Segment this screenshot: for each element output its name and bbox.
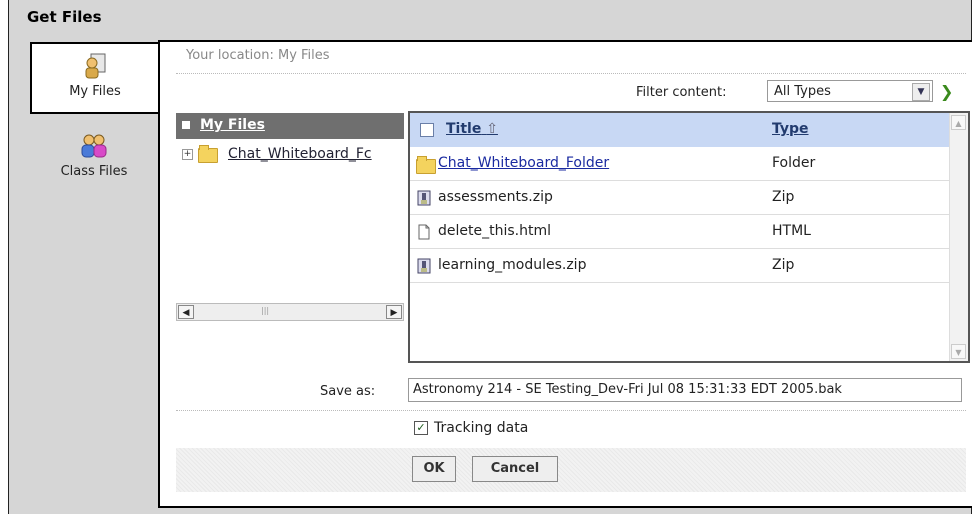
my-files-icon [85, 53, 106, 79]
class-files-icon [81, 134, 107, 158]
save-as-label: Save as: [320, 384, 376, 399]
list-header: Title ⇧ Type [410, 113, 950, 147]
column-type[interactable]: Type [772, 121, 809, 137]
button-bar: OK Cancel [176, 448, 966, 492]
zip-icon [417, 190, 431, 206]
folder-icon [198, 145, 218, 163]
divider [176, 73, 966, 74]
row-name: learning_modules.zip [438, 257, 587, 273]
table-row[interactable]: assessments.zip Zip [410, 181, 950, 215]
folder-icon [416, 156, 436, 174]
sort-up-icon: ⇧ [486, 121, 498, 137]
filter-label: Filter content: [636, 85, 727, 100]
row-type: HTML [772, 223, 811, 239]
cancel-button[interactable]: Cancel [472, 456, 558, 482]
table-row[interactable]: Chat_Whiteboard_Folder Folder [410, 147, 950, 181]
expand-icon[interactable]: + [182, 149, 193, 160]
folder-tree: My Files + Chat_Whiteboard_Fc [176, 113, 404, 331]
file-list: Title ⇧ Type Chat_Whiteboard_Folder Fold… [408, 111, 970, 363]
list-vertical-scrollbar[interactable]: ▲ ▼ [949, 113, 968, 361]
tree-item[interactable]: + Chat_Whiteboard_Fc [182, 145, 404, 165]
table-row[interactable]: delete_this.html HTML [410, 215, 950, 249]
ok-button[interactable]: OK [412, 456, 456, 482]
filter-selected-value: All Types [774, 84, 831, 99]
row-type: Folder [772, 155, 816, 171]
zip-icon [417, 258, 431, 274]
column-title[interactable]: Title ⇧ [446, 121, 498, 137]
scroll-left-icon[interactable]: ◀ [178, 305, 194, 319]
scroll-right-icon[interactable]: ▶ [386, 305, 402, 319]
row-name[interactable]: Chat_Whiteboard_Folder [438, 155, 609, 171]
tab-my-files-label: My Files [69, 84, 121, 99]
tree-root[interactable]: My Files [176, 113, 404, 139]
save-as-input[interactable]: Astronomy 214 - SE Testing_Dev-Fri Jul 0… [408, 378, 962, 402]
table-row[interactable]: learning_modules.zip Zip [410, 249, 950, 283]
scroll-up-icon[interactable]: ▲ [951, 115, 966, 130]
divider [176, 410, 966, 411]
tab-my-files[interactable]: My Files [30, 42, 158, 114]
tree-item-label[interactable]: Chat_Whiteboard_Fc [228, 146, 372, 162]
tab-class-files[interactable]: Class Files [30, 124, 158, 194]
chevron-down-icon[interactable]: ▼ [912, 83, 930, 101]
column-title-label[interactable]: Title [446, 121, 481, 137]
go-arrow-icon[interactable]: ❯ [940, 82, 953, 101]
square-icon [182, 121, 190, 129]
row-type: Zip [772, 257, 795, 273]
tree-root-label[interactable]: My Files [200, 117, 265, 133]
tab-class-files-label: Class Files [60, 164, 128, 179]
select-all-checkbox[interactable] [420, 123, 434, 137]
scroll-grip[interactable]: ||| [261, 306, 269, 315]
row-name: assessments.zip [438, 189, 553, 205]
row-name: delete_this.html [438, 223, 551, 239]
file-icon [418, 224, 430, 240]
checkmark-icon[interactable]: ✓ [414, 421, 428, 435]
location-text: Your location: My Files [186, 48, 330, 63]
scroll-down-icon[interactable]: ▼ [951, 344, 966, 359]
filter-select[interactable]: All Types ▼ [767, 80, 933, 102]
tracking-data-label: Tracking data [434, 420, 529, 436]
tree-horizontal-scrollbar[interactable]: ◀ ||| ▶ [176, 303, 404, 321]
dialog-title: Get Files [27, 8, 102, 26]
row-type: Zip [772, 189, 795, 205]
